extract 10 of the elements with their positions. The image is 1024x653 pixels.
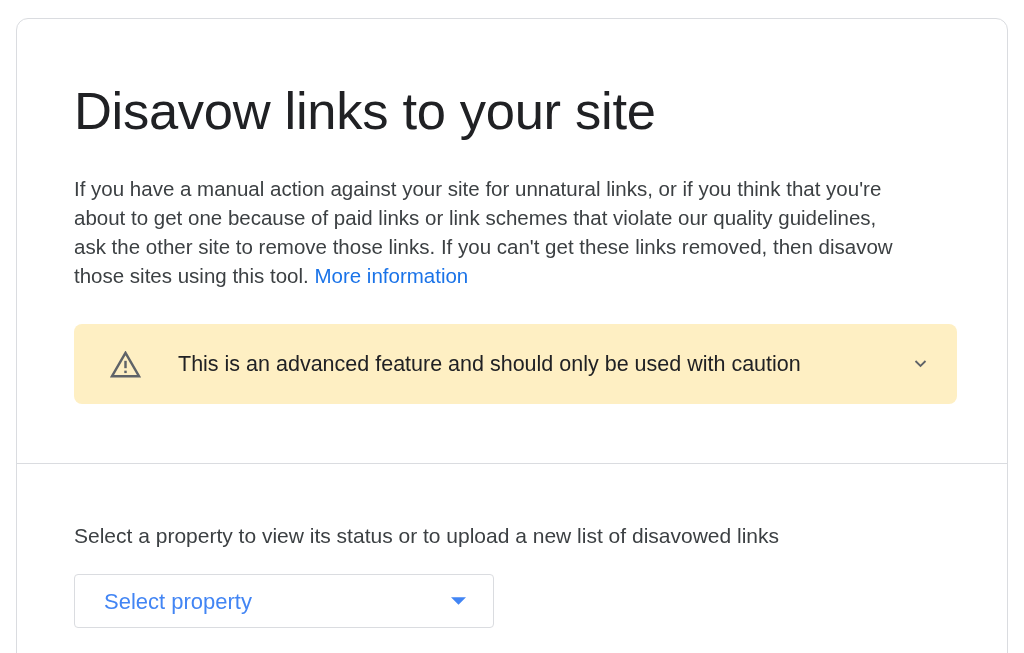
page-title: Disavow links to your site — [74, 81, 656, 141]
chevron-icon[interactable] — [914, 360, 927, 368]
warning-banner[interactable]: This is an advanced feature and should only be used with caution — [74, 324, 957, 404]
warning-icon — [110, 350, 141, 378]
warning-text: This is an advanced feature and should only be used with caution — [178, 350, 802, 378]
more-information-link[interactable]: More information — [314, 264, 469, 287]
dropdown-arrow-icon — [451, 597, 466, 605]
intro-paragraph: If you have a manual action against your site for unnatural links, or if you think that you're about to get one because of paid links or link schemes that violate our quality guidelines, ask the other site to remove those links. If you can't get these links removed, then disavow those sites using this tool. More information — [74, 176, 894, 289]
property-dropdown[interactable]: Select property — [74, 574, 494, 628]
property-prompt: Select a property to view its status or to upload a new list of disavowed links — [74, 523, 780, 549]
